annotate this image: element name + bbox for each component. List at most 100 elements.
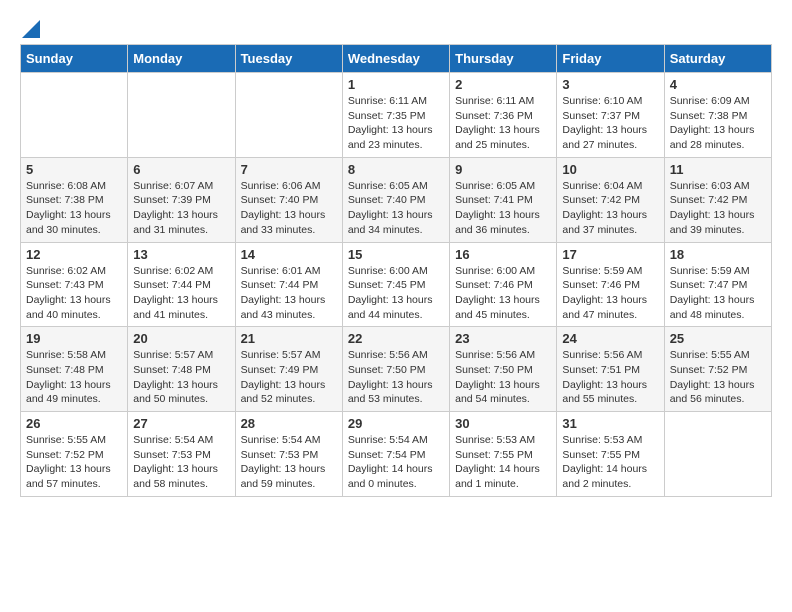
day-number: 30 <box>455 416 551 431</box>
header-cell-friday: Friday <box>557 45 664 73</box>
header-cell-tuesday: Tuesday <box>235 45 342 73</box>
week-row-1: 1 Sunrise: 6:11 AMSunset: 7:35 PMDaylight… <box>21 73 772 158</box>
day-info: Sunrise: 5:59 AMSunset: 7:47 PMDaylight:… <box>670 264 766 323</box>
day-number: 26 <box>26 416 122 431</box>
week-row-4: 19 Sunrise: 5:58 AMSunset: 7:48 PMDayligh… <box>21 327 772 412</box>
day-info: Sunrise: 5:54 AMSunset: 7:53 PMDaylight:… <box>241 433 337 492</box>
day-info: Sunrise: 6:02 AMSunset: 7:43 PMDaylight:… <box>26 264 122 323</box>
day-cell <box>664 412 771 497</box>
day-number: 27 <box>133 416 229 431</box>
day-number: 2 <box>455 77 551 92</box>
day-number: 5 <box>26 162 122 177</box>
day-info: Sunrise: 6:00 AMSunset: 7:46 PMDaylight:… <box>455 264 551 323</box>
day-cell: 6Sunrise: 6:07 AMSunset: 7:39 PMDaylight… <box>128 157 235 242</box>
day-cell <box>235 73 342 158</box>
day-info: Sunrise: 5:53 AMSunset: 7:55 PMDaylight:… <box>562 433 658 492</box>
day-cell: 15 Sunrise: 6:00 AMSunset: 7:45 PMDayligh… <box>342 242 449 327</box>
day-cell: 5 Sunrise: 6:08 AMSunset: 7:38 PMDaylight… <box>21 157 128 242</box>
week-row-5: 26Sunrise: 5:55 AMSunset: 7:52 PMDayligh… <box>21 412 772 497</box>
day-info: Sunrise: 5:54 AMSunset: 7:53 PMDaylight:… <box>133 433 229 492</box>
day-cell: 17 Sunrise: 5:59 AMSunset: 7:46 PMDayligh… <box>557 242 664 327</box>
day-cell: 31 Sunrise: 5:53 AMSunset: 7:55 PMDayligh… <box>557 412 664 497</box>
day-number: 19 <box>26 331 122 346</box>
day-number: 11 <box>670 162 766 177</box>
day-cell: 20 Sunrise: 5:57 AMSunset: 7:48 PMDayligh… <box>128 327 235 412</box>
day-number: 16 <box>455 247 551 262</box>
day-number: 14 <box>241 247 337 262</box>
day-cell: 8 Sunrise: 6:05 AMSunset: 7:40 PMDaylight… <box>342 157 449 242</box>
day-info: Sunrise: 6:00 AMSunset: 7:45 PMDaylight:… <box>348 264 444 323</box>
calendar-header: SundayMondayTuesdayWednesdayThursdayFrid… <box>21 45 772 73</box>
day-number: 8 <box>348 162 444 177</box>
day-number: 9 <box>455 162 551 177</box>
day-cell: 25 Sunrise: 5:55 AMSunset: 7:52 PMDayligh… <box>664 327 771 412</box>
day-number: 13 <box>133 247 229 262</box>
day-number: 21 <box>241 331 337 346</box>
day-info: Sunrise: 6:09 AMSunset: 7:38 PMDaylight:… <box>670 94 766 153</box>
day-info: Sunrise: 6:11 AMSunset: 7:36 PMDaylight:… <box>455 94 551 153</box>
day-number: 15 <box>348 247 444 262</box>
day-number: 7 <box>241 162 337 177</box>
day-info: Sunrise: 6:01 AMSunset: 7:44 PMDaylight:… <box>241 264 337 323</box>
day-number: 20 <box>133 331 229 346</box>
day-cell: 11 Sunrise: 6:03 AMSunset: 7:42 PMDayligh… <box>664 157 771 242</box>
header-cell-saturday: Saturday <box>664 45 771 73</box>
day-info: Sunrise: 6:05 AMSunset: 7:40 PMDaylight:… <box>348 179 444 238</box>
day-info: Sunrise: 5:57 AMSunset: 7:49 PMDaylight:… <box>241 348 337 407</box>
day-number: 3 <box>562 77 658 92</box>
day-cell: 13 Sunrise: 6:02 AMSunset: 7:44 PMDayligh… <box>128 242 235 327</box>
day-number: 18 <box>670 247 766 262</box>
header-row: SundayMondayTuesdayWednesdayThursdayFrid… <box>21 45 772 73</box>
day-info: Sunrise: 6:11 AMSunset: 7:35 PMDaylight:… <box>348 94 444 153</box>
day-cell: 21 Sunrise: 5:57 AMSunset: 7:49 PMDayligh… <box>235 327 342 412</box>
day-number: 24 <box>562 331 658 346</box>
day-info: Sunrise: 6:06 AMSunset: 7:40 PMDaylight:… <box>241 179 337 238</box>
day-info: Sunrise: 6:02 AMSunset: 7:44 PMDaylight:… <box>133 264 229 323</box>
day-number: 25 <box>670 331 766 346</box>
day-info: Sunrise: 6:08 AMSunset: 7:38 PMDaylight:… <box>26 179 122 238</box>
day-info: Sunrise: 5:59 AMSunset: 7:46 PMDaylight:… <box>562 264 658 323</box>
day-info: Sunrise: 5:58 AMSunset: 7:48 PMDaylight:… <box>26 348 122 407</box>
day-number: 12 <box>26 247 122 262</box>
week-row-2: 5 Sunrise: 6:08 AMSunset: 7:38 PMDaylight… <box>21 157 772 242</box>
day-number: 10 <box>562 162 658 177</box>
day-number: 28 <box>241 416 337 431</box>
day-cell: 14 Sunrise: 6:01 AMSunset: 7:44 PMDayligh… <box>235 242 342 327</box>
day-info: Sunrise: 6:10 AMSunset: 7:37 PMDaylight:… <box>562 94 658 153</box>
day-cell: 22Sunrise: 5:56 AMSunset: 7:50 PMDayligh… <box>342 327 449 412</box>
page-header <box>20 20 772 34</box>
header-cell-thursday: Thursday <box>450 45 557 73</box>
day-cell: 12 Sunrise: 6:02 AMSunset: 7:43 PMDayligh… <box>21 242 128 327</box>
day-cell: 4 Sunrise: 6:09 AMSunset: 7:38 PMDaylight… <box>664 73 771 158</box>
day-number: 17 <box>562 247 658 262</box>
day-cell <box>21 73 128 158</box>
header-cell-sunday: Sunday <box>21 45 128 73</box>
day-cell: 23Sunrise: 5:56 AMSunset: 7:50 PMDayligh… <box>450 327 557 412</box>
day-cell: 16 Sunrise: 6:00 AMSunset: 7:46 PMDayligh… <box>450 242 557 327</box>
day-info: Sunrise: 6:03 AMSunset: 7:42 PMDaylight:… <box>670 179 766 238</box>
day-info: Sunrise: 5:55 AMSunset: 7:52 PMDaylight:… <box>670 348 766 407</box>
day-info: Sunrise: 5:53 AMSunset: 7:55 PMDaylight:… <box>455 433 551 492</box>
logo-triangle-icon <box>22 20 40 38</box>
day-number: 31 <box>562 416 658 431</box>
day-number: 23 <box>455 331 551 346</box>
header-cell-monday: Monday <box>128 45 235 73</box>
day-info: Sunrise: 5:57 AMSunset: 7:48 PMDaylight:… <box>133 348 229 407</box>
day-info: Sunrise: 5:54 AMSunset: 7:54 PMDaylight:… <box>348 433 444 492</box>
day-cell: 3 Sunrise: 6:10 AMSunset: 7:37 PMDaylight… <box>557 73 664 158</box>
day-cell: 27 Sunrise: 5:54 AMSunset: 7:53 PMDayligh… <box>128 412 235 497</box>
week-row-3: 12 Sunrise: 6:02 AMSunset: 7:43 PMDayligh… <box>21 242 772 327</box>
day-cell: 1 Sunrise: 6:11 AMSunset: 7:35 PMDaylight… <box>342 73 449 158</box>
day-number: 6 <box>133 162 229 177</box>
day-cell: 7 Sunrise: 6:06 AMSunset: 7:40 PMDaylight… <box>235 157 342 242</box>
day-info: Sunrise: 6:05 AMSunset: 7:41 PMDaylight:… <box>455 179 551 238</box>
day-cell: 26Sunrise: 5:55 AMSunset: 7:52 PMDayligh… <box>21 412 128 497</box>
day-number: 1 <box>348 77 444 92</box>
day-info: Sunrise: 5:56 AMSunset: 7:51 PMDaylight:… <box>562 348 658 407</box>
day-number: 4 <box>670 77 766 92</box>
day-cell <box>128 73 235 158</box>
day-cell: 9 Sunrise: 6:05 AMSunset: 7:41 PMDaylight… <box>450 157 557 242</box>
logo <box>20 20 42 34</box>
day-cell: 18 Sunrise: 5:59 AMSunset: 7:47 PMDayligh… <box>664 242 771 327</box>
day-info: Sunrise: 5:56 AMSunset: 7:50 PMDaylight:… <box>348 348 444 407</box>
